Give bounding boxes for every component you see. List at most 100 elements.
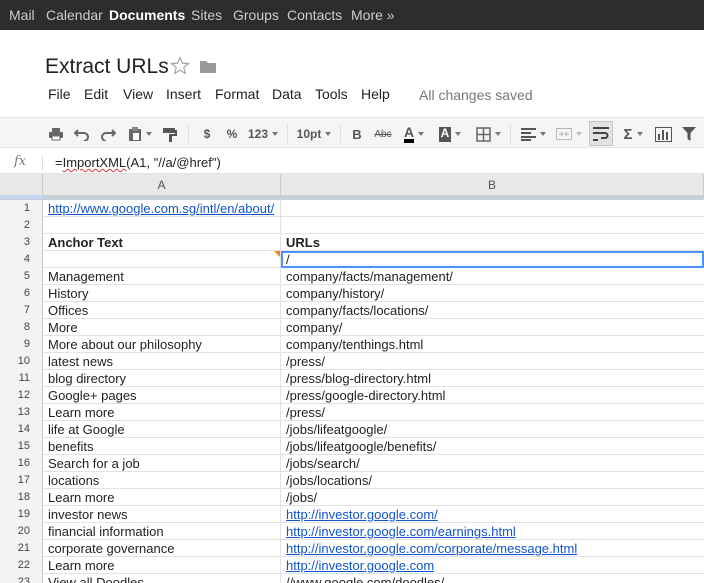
cell-a[interactable]: Search for a job: [43, 455, 281, 472]
row-header[interactable]: 14: [0, 421, 43, 438]
currency-format-button[interactable]: $: [199, 124, 215, 144]
cell-b[interactable]: /jobs/lifeatgoogle/benefits/: [281, 438, 704, 455]
cell-b[interactable]: company/facts/management/: [281, 268, 704, 285]
nav-sites[interactable]: Sites: [191, 0, 222, 30]
cell-b-value[interactable]: http://investor.google.com/earnings.html: [286, 524, 516, 539]
cell-b[interactable]: /press/blog-directory.html: [281, 370, 704, 387]
print-icon[interactable]: [47, 124, 65, 144]
cell-b[interactable]: company/history/: [281, 285, 704, 302]
cell-a[interactable]: Offices: [43, 302, 281, 319]
cell-a[interactable]: life at Google: [43, 421, 281, 438]
align-dropdown[interactable]: [517, 124, 549, 144]
percent-format-button[interactable]: %: [224, 124, 240, 144]
undo-icon[interactable]: [73, 124, 91, 144]
star-icon[interactable]: [169, 55, 191, 76]
cell-a[interactable]: More about our philosophy: [43, 336, 281, 353]
row-header[interactable]: 3: [0, 234, 43, 251]
row-header[interactable]: 6: [0, 285, 43, 302]
row-header[interactable]: 22: [0, 557, 43, 574]
cell-b[interactable]: http://investor.google.com/: [281, 506, 704, 523]
cell-b[interactable]: /press/: [281, 404, 704, 421]
insert-chart-button[interactable]: [653, 124, 673, 144]
cell-a[interactable]: Learn more: [43, 489, 281, 506]
row-header[interactable]: 9: [0, 336, 43, 353]
functions-dropdown[interactable]: Σ: [620, 124, 646, 144]
row-header[interactable]: 16: [0, 455, 43, 472]
row-header[interactable]: 21: [0, 540, 43, 557]
cell-a[interactable]: blog directory: [43, 370, 281, 387]
row-header[interactable]: 5: [0, 268, 43, 285]
column-header-b[interactable]: B: [281, 174, 704, 196]
cell-a[interactable]: Google+ pages: [43, 387, 281, 404]
cell-a[interactable]: Learn more: [43, 404, 281, 421]
cell-a[interactable]: Management: [43, 268, 281, 285]
number-format-dropdown[interactable]: 123: [246, 124, 280, 144]
strikethrough-button[interactable]: Abc: [372, 124, 394, 144]
cell-b[interactable]: company/: [281, 319, 704, 336]
cell-a[interactable]: More: [43, 319, 281, 336]
cell-b-value[interactable]: http://investor.google.com/: [286, 507, 438, 522]
column-header-a[interactable]: A: [43, 174, 281, 196]
menu-file[interactable]: File: [48, 86, 71, 102]
nav-contacts[interactable]: Contacts: [287, 0, 342, 30]
nav-calendar[interactable]: Calendar: [46, 0, 103, 30]
row-header[interactable]: 4: [0, 251, 43, 268]
nav-documents[interactable]: Documents: [109, 0, 185, 30]
text-color-dropdown[interactable]: A: [397, 124, 431, 144]
row-header[interactable]: 10: [0, 353, 43, 370]
row-header[interactable]: 19: [0, 506, 43, 523]
paint-format-icon[interactable]: [161, 124, 179, 144]
cell-b[interactable]: http://investor.google.com: [281, 557, 704, 574]
frozen-column-handle[interactable]: [0, 195, 43, 199]
formula-input[interactable]: =ImportXML(A1, "//a/@href"): [55, 155, 221, 170]
cell-a-value[interactable]: http://www.google.com.sg/intl/en/about/: [48, 201, 274, 216]
paste-icon[interactable]: [124, 124, 156, 144]
row-header[interactable]: 2: [0, 217, 43, 234]
fill-color-dropdown[interactable]: A: [434, 124, 466, 144]
row-header[interactable]: 17: [0, 472, 43, 489]
nav-more[interactable]: More »: [351, 0, 395, 30]
row-header[interactable]: 11: [0, 370, 43, 387]
filter-button[interactable]: [680, 124, 698, 144]
cell-a[interactable]: http://www.google.com.sg/intl/en/about/: [43, 200, 281, 217]
row-header[interactable]: 7: [0, 302, 43, 319]
cell-b[interactable]: company/tenthings.html: [281, 336, 704, 353]
nav-groups[interactable]: Groups: [233, 0, 279, 30]
wrap-text-button[interactable]: [589, 121, 613, 146]
cell-b[interactable]: /jobs/lifeatgoogle/: [281, 421, 704, 438]
row-header[interactable]: 15: [0, 438, 43, 455]
cell-b[interactable]: /press/google-directory.html: [281, 387, 704, 404]
cell-a[interactable]: Anchor Text: [43, 234, 281, 251]
cell-a[interactable]: locations: [43, 472, 281, 489]
cell-a[interactable]: View all Doodles: [43, 574, 281, 583]
row-header[interactable]: 12: [0, 387, 43, 404]
nav-mail[interactable]: Mail: [9, 0, 35, 30]
cell-a[interactable]: benefits: [43, 438, 281, 455]
cell-a[interactable]: [43, 251, 281, 268]
document-title[interactable]: Extract URLs: [45, 55, 169, 79]
row-header[interactable]: 18: [0, 489, 43, 506]
cell-a[interactable]: investor news: [43, 506, 281, 523]
row-header[interactable]: 20: [0, 523, 43, 540]
cell-a[interactable]: financial information: [43, 523, 281, 540]
cell-b[interactable]: //www.google.com/doodles/: [281, 574, 704, 583]
cell-a[interactable]: latest news: [43, 353, 281, 370]
selected-cell[interactable]: /: [281, 251, 704, 268]
select-all-corner[interactable]: [0, 174, 43, 196]
bold-button[interactable]: B: [349, 124, 365, 144]
merge-cells-dropdown[interactable]: [553, 124, 585, 144]
menu-insert[interactable]: Insert: [166, 86, 201, 102]
menu-edit[interactable]: Edit: [84, 86, 108, 102]
cell-b-value[interactable]: http://investor.google.com: [286, 558, 434, 573]
borders-dropdown[interactable]: [472, 124, 504, 144]
row-header[interactable]: 1: [0, 200, 43, 217]
cell-a[interactable]: History: [43, 285, 281, 302]
menu-view[interactable]: View: [123, 86, 153, 102]
cell-a[interactable]: [43, 217, 281, 234]
cell-b[interactable]: /jobs/: [281, 489, 704, 506]
redo-icon[interactable]: [99, 124, 117, 144]
menu-tools[interactable]: Tools: [315, 86, 348, 102]
row-header[interactable]: 13: [0, 404, 43, 421]
cell-b[interactable]: /press/: [281, 353, 704, 370]
folder-icon[interactable]: [199, 59, 217, 74]
